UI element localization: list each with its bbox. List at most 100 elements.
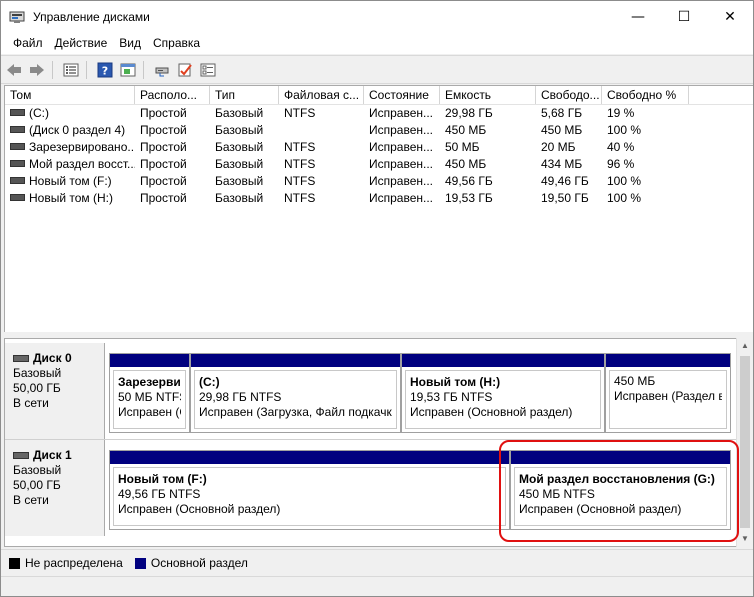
table-cell: Исправен... xyxy=(369,106,434,120)
toolbar-separator xyxy=(143,60,144,79)
table-cell: 29,98 ГБ xyxy=(445,106,493,120)
table-cell: Простой xyxy=(140,140,187,154)
check-icon xyxy=(178,63,192,76)
volume-name-cell: Мой раздел восст... xyxy=(5,156,135,173)
table-cell: 40 % xyxy=(607,140,635,154)
partition-color-band xyxy=(110,451,509,464)
connect-button[interactable] xyxy=(152,60,172,80)
table-cell: Базовый xyxy=(215,191,264,205)
legend-swatch-unallocated xyxy=(9,557,20,569)
disk-label-0[interactable]: Диск 0 Базовый 50,00 ГБ В сети xyxy=(5,343,105,439)
partition-status: Исправен (Загрузка, Файл подкачки xyxy=(199,405,392,419)
partition-disk0-4[interactable]: 450 МБ Исправен (Раздел во xyxy=(605,353,731,433)
table-cell: 50 МБ xyxy=(445,140,480,154)
partition-g-recovery[interactable]: Мой раздел восстановления (G:) 450 МБ NT… xyxy=(510,450,731,530)
disk-management-app-icon xyxy=(9,9,25,25)
volume-name: Новый том (F:) xyxy=(29,174,112,188)
properties-button[interactable] xyxy=(118,60,138,80)
partition-color-band xyxy=(402,354,604,367)
partition-color-band xyxy=(110,354,189,367)
disk-graphical-view: Диск 0 Базовый 50,00 ГБ В сети Зарезерви… xyxy=(4,338,738,547)
list-view-button[interactable] xyxy=(61,60,81,80)
column-header-status[interactable]: Состояние xyxy=(364,86,440,104)
table-cell: NTFS xyxy=(284,157,316,171)
table-cell: 100 % xyxy=(607,123,642,137)
column-header-capacity[interactable]: Емкость xyxy=(440,86,536,104)
volume-icon xyxy=(10,126,25,134)
partition-h[interactable]: Новый том (H:) 19,53 ГБ NTFS Исправен (О… xyxy=(401,353,605,433)
toolbar: ? xyxy=(1,55,753,84)
help-button[interactable]: ? xyxy=(95,60,115,80)
column-header-filesystem[interactable]: Файловая с... xyxy=(279,86,364,104)
legend-label: Основной раздел xyxy=(150,556,248,570)
toolbar-separator xyxy=(52,60,53,79)
table-cell: 96 % xyxy=(607,157,635,171)
close-button[interactable]: ✕ xyxy=(707,1,753,32)
partition-reserved[interactable]: Зарезервир 50 МБ NTFS Исправен (С xyxy=(109,353,190,433)
table-cell: 19,50 ГБ xyxy=(541,191,589,205)
forward-button[interactable] xyxy=(27,60,47,80)
menu-view[interactable]: Вид xyxy=(113,32,147,54)
svg-text:?: ? xyxy=(102,64,108,77)
disk-name: Диск 0 xyxy=(33,351,72,365)
scrollbar-thumb[interactable] xyxy=(740,356,750,528)
scroll-down-icon[interactable]: ▼ xyxy=(737,531,753,547)
check-button[interactable] xyxy=(175,60,195,80)
back-button[interactable] xyxy=(4,60,24,80)
disk-label-1[interactable]: Диск 1 Базовый 50,00 ГБ В сети xyxy=(5,440,105,536)
partition-f[interactable]: Новый том (F:) 49,56 ГБ NTFS Исправен (О… xyxy=(109,450,510,530)
table-row[interactable]: Мой раздел восст... Простой Базовый NTFS… xyxy=(5,156,753,173)
maximize-button[interactable]: ☐ xyxy=(661,1,707,32)
minimize-button[interactable]: — xyxy=(615,1,661,32)
partition-size: 49,56 ГБ NTFS xyxy=(118,487,201,501)
menu-help[interactable]: Справка xyxy=(147,32,206,54)
disk-type: Базовый xyxy=(13,366,62,380)
settings-list-icon xyxy=(200,63,216,76)
menu-file[interactable]: Файл xyxy=(7,32,49,54)
disk-row-1: Диск 1 Базовый 50,00 ГБ В сети Новый том… xyxy=(5,440,737,536)
table-cell: NTFS xyxy=(284,174,316,188)
toolbar-separator xyxy=(86,60,87,79)
volume-name: Зарезервировано... xyxy=(29,140,135,154)
table-row[interactable]: Новый том (H:) Простой Базовый NTFS Испр… xyxy=(5,190,753,207)
settings-list-button[interactable] xyxy=(198,60,218,80)
table-row[interactable]: Зарезервировано... Простой Базовый NTFS … xyxy=(5,139,753,156)
disk-icon xyxy=(13,355,29,362)
column-header-percent-free[interactable]: Свободно % xyxy=(602,86,689,104)
column-header-layout[interactable]: Располо... xyxy=(135,86,210,104)
disk-type: Базовый xyxy=(13,463,62,477)
title-bar: Управление дисками — ☐ ✕ xyxy=(1,1,753,32)
column-header-volume[interactable]: Том xyxy=(5,86,135,104)
disk-row-0: Диск 0 Базовый 50,00 ГБ В сети Зарезерви… xyxy=(5,343,737,439)
table-cell: 450 МБ xyxy=(541,123,583,137)
column-header-type[interactable]: Тип xyxy=(210,86,279,104)
table-cell: 100 % xyxy=(607,191,642,205)
partition-status: Исправен (Основной раздел) xyxy=(519,502,682,516)
partition-c[interactable]: (C:) 29,98 ГБ NTFS Исправен (Загрузка, Ф… xyxy=(190,353,401,433)
disk-icon xyxy=(13,452,29,459)
table-cell: Простой xyxy=(140,123,187,137)
menu-action[interactable]: Действие xyxy=(49,32,114,54)
table-cell: 20 МБ xyxy=(541,140,576,154)
legend-item-primary: Основной раздел xyxy=(134,556,248,570)
back-arrow-icon xyxy=(7,63,21,76)
table-row[interactable]: (Диск 0 раздел 4) Простой Базовый Исправ… xyxy=(5,122,753,139)
table-cell: 450 МБ xyxy=(445,157,487,171)
disk-view-scrollbar[interactable]: ▲ ▼ xyxy=(736,338,753,547)
legend-item-unallocated: Не распределена xyxy=(9,556,123,570)
table-row[interactable]: Новый том (F:) Простой Базовый NTFS Испр… xyxy=(5,173,753,190)
scroll-up-icon[interactable]: ▲ xyxy=(737,338,753,354)
partition-body: Зарезервир 50 МБ NTFS Исправен (С xyxy=(113,370,186,429)
partition-status: Исправен (Основной раздел) xyxy=(410,405,573,419)
table-row[interactable]: (C:) Простой Базовый NTFS Исправен... 29… xyxy=(5,105,753,122)
table-cell: Простой xyxy=(140,174,187,188)
table-cell: Исправен... xyxy=(369,174,434,188)
volume-icon xyxy=(10,194,25,202)
volume-name: (C:) xyxy=(29,106,49,120)
menu-bar: Файл Действие Вид Справка xyxy=(1,32,753,54)
partition-body: (C:) 29,98 ГБ NTFS Исправен (Загрузка, Ф… xyxy=(194,370,397,429)
partition-status: Исправен (Раздел во xyxy=(614,389,722,403)
column-header-free-space[interactable]: Свободо... xyxy=(536,86,602,104)
volume-name-cell: Новый том (H:) xyxy=(5,190,135,207)
table-cell: Исправен... xyxy=(369,140,434,154)
